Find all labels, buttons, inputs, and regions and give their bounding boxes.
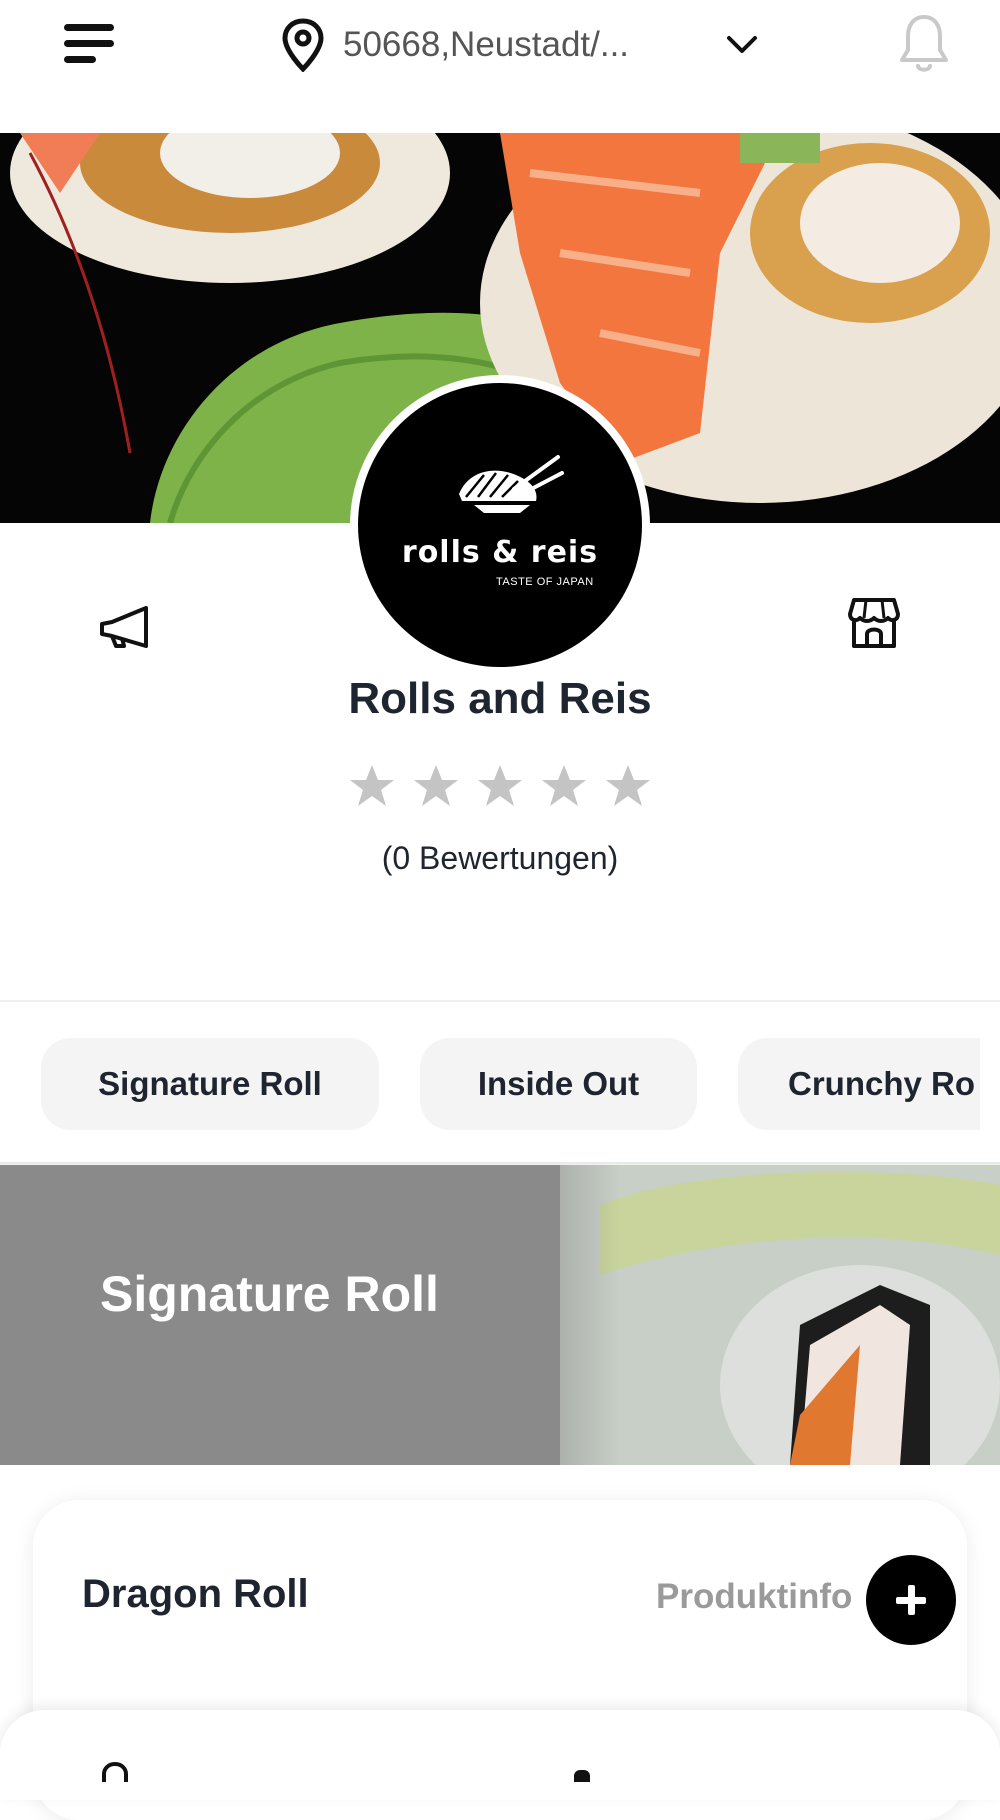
- tab-signature-roll[interactable]: Signature Roll: [41, 1038, 379, 1130]
- category-title: Signature Roll: [100, 1266, 439, 1322]
- star-icon: [542, 765, 586, 806]
- top-bar: 50668,Neustadt/...: [0, 0, 1000, 133]
- restaurant-name: Rolls and Reis: [348, 674, 652, 723]
- logo-wordmark: rolls & reis: [401, 535, 599, 570]
- location-selector[interactable]: 50668,Neustadt/...: [343, 20, 673, 70]
- star-icon: [606, 765, 650, 806]
- reviews-count: (0 Bewertungen): [381, 840, 619, 876]
- chevron-down-icon[interactable]: [724, 28, 760, 60]
- store-icon[interactable]: [848, 596, 900, 650]
- bell-icon[interactable]: [898, 12, 950, 76]
- tab-crunchy-roll[interactable]: Crunchy Ro: [738, 1038, 980, 1130]
- location-pin-icon: [282, 18, 324, 72]
- product-name: Dragon Roll: [82, 1572, 309, 1616]
- star-icon: [350, 765, 394, 806]
- menu-icon[interactable]: [60, 22, 118, 68]
- add-to-cart-button[interactable]: [866, 1555, 956, 1645]
- tab-inside-out[interactable]: Inside Out: [420, 1038, 697, 1130]
- bottom-sheet-label-fragment: [574, 1770, 590, 1782]
- restaurant-logo: rolls & reis TASTE OF JAPAN: [350, 375, 650, 675]
- logo-tagline: TASTE OF JAPAN: [496, 576, 594, 588]
- star-icon: [478, 765, 522, 806]
- product-info-link[interactable]: Produktinfo: [656, 1577, 852, 1617]
- sushi-logo-icon: [459, 455, 564, 513]
- star-icon: [414, 765, 458, 806]
- location-pin-icon: [102, 1762, 128, 1782]
- category-tabs: Signature Roll Inside Out Crunchy Ro: [0, 1002, 980, 1162]
- rating-stars: [348, 762, 652, 818]
- megaphone-icon[interactable]: [98, 604, 154, 650]
- bottom-sheet[interactable]: [0, 1710, 1000, 1800]
